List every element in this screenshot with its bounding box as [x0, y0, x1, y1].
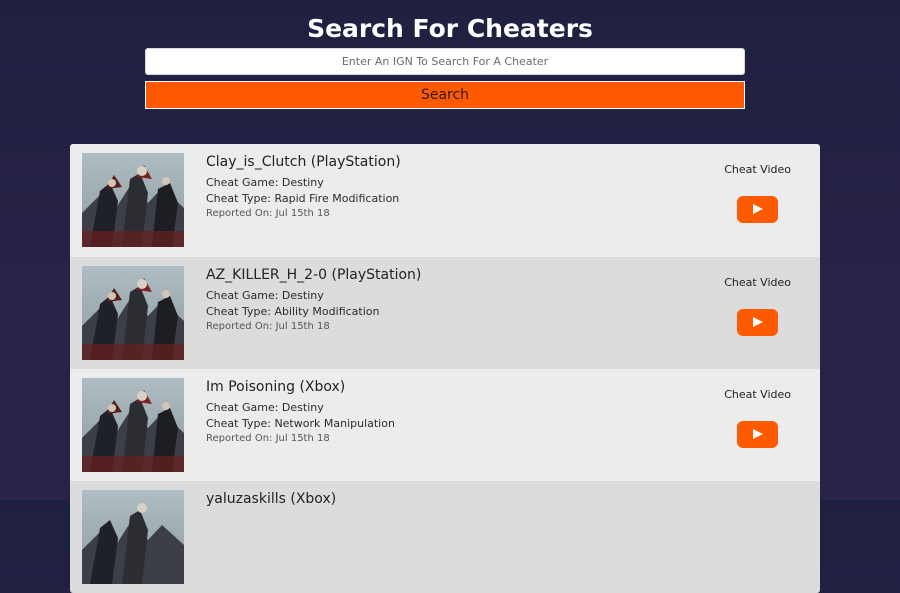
reported-date: Reported On: Jul 15th 18 — [206, 433, 330, 444]
cheat-game: Cheat Game: Destiny — [206, 401, 324, 414]
player-name: Clay_is_Clutch (PlayStation) — [206, 154, 401, 170]
cheat-type: Cheat Type: Network Manipulation — [206, 417, 395, 430]
game-thumbnail — [82, 378, 184, 472]
result-row: AZ_KILLER_H_2-0 (PlayStation) Cheat Game… — [70, 257, 820, 369]
play-video-button[interactable] — [737, 196, 778, 223]
cheat-type: Cheat Type: Ability Modification — [206, 305, 380, 318]
player-name: yaluzaskills (Xbox) — [206, 491, 337, 507]
results-list: Clay_is_Clutch (PlayStation) Cheat Game:… — [70, 144, 820, 593]
cheat-video-label: Cheat Video — [724, 276, 791, 289]
cheat-video-label: Cheat Video — [724, 163, 791, 176]
player-name: AZ_KILLER_H_2-0 (PlayStation) — [206, 267, 422, 283]
search-input[interactable] — [145, 48, 745, 75]
page-title: Search For Cheaters — [307, 14, 593, 43]
play-video-button[interactable] — [737, 309, 778, 336]
player-name: Im Poisoning (Xbox) — [206, 379, 346, 395]
play-icon — [753, 204, 763, 214]
game-thumbnail — [82, 266, 184, 360]
cheat-game: Cheat Game: Destiny — [206, 176, 324, 189]
result-row: Im Poisoning (Xbox) Cheat Game: Destiny … — [70, 369, 820, 481]
cheat-video-label: Cheat Video — [724, 388, 791, 401]
play-video-button[interactable] — [737, 421, 778, 448]
play-icon — [753, 429, 763, 439]
game-thumbnail — [82, 490, 184, 584]
game-thumbnail — [82, 153, 184, 247]
cheat-type: Cheat Type: Rapid Fire Modification — [206, 192, 400, 205]
search-button[interactable]: Search — [145, 81, 745, 109]
reported-date: Reported On: Jul 15th 18 — [206, 208, 330, 219]
result-row: yaluzaskills (Xbox) — [70, 481, 820, 593]
reported-date: Reported On: Jul 15th 18 — [206, 321, 330, 332]
play-icon — [753, 317, 763, 327]
cheat-game: Cheat Game: Destiny — [206, 289, 324, 302]
result-row: Clay_is_Clutch (PlayStation) Cheat Game:… — [70, 144, 820, 257]
